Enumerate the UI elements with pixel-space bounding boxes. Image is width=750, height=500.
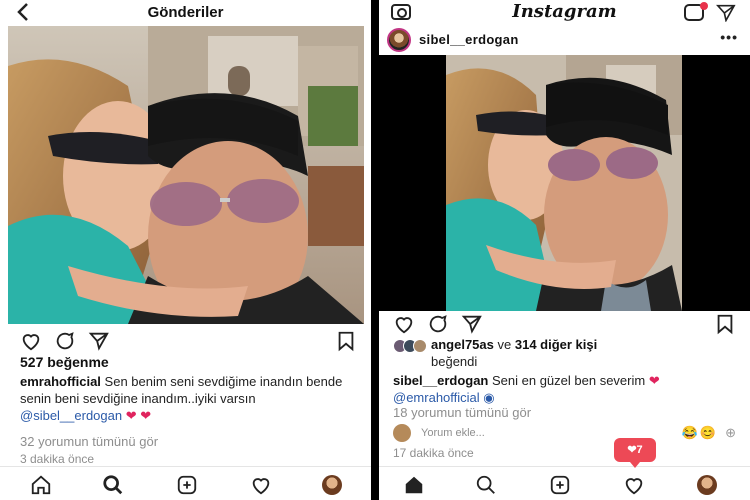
post-username[interactable]: sibel__erdogan <box>419 32 519 47</box>
activity-heart-icon[interactable] <box>250 474 272 496</box>
smile-emoji-icon[interactable]: 😊 <box>700 425 716 441</box>
screenshot-collage: Gönderiler 527 beğenme emrahofficial Sen… <box>0 0 750 500</box>
post-photo[interactable] <box>446 55 682 311</box>
share-icon[interactable] <box>88 330 110 352</box>
feed-screen: Instagram sibel__erdogan ••• angel75as v… <box>379 0 750 500</box>
liked-by-joiner: ve <box>497 337 512 352</box>
heart-emoji-icon: ❤ <box>648 373 660 388</box>
heart-icon[interactable] <box>393 313 415 335</box>
search-icon[interactable] <box>475 474 497 496</box>
notification-dot <box>700 2 708 10</box>
home-icon[interactable] <box>30 474 52 496</box>
liker-avatar <box>413 339 427 353</box>
view-comments-link[interactable]: 32 yorumun tümünü gör <box>20 433 158 450</box>
badge-count: 7 <box>636 444 643 456</box>
caption-mention[interactable]: @sibel__erdogan <box>20 408 122 423</box>
bottom-nav <box>379 466 750 500</box>
like-count[interactable]: 527 beğenme <box>20 354 109 371</box>
badge-heart-icon: ❤ <box>627 444 637 456</box>
post-timestamp: 17 dakika önce <box>393 446 474 460</box>
post-actions <box>0 330 371 354</box>
liked-by[interactable]: angel75as ve 314 diğer kişi beğendi <box>431 336 741 370</box>
avatar[interactable] <box>387 28 411 52</box>
comment-icon[interactable] <box>54 330 76 352</box>
liked-by-user[interactable]: angel75as <box>431 337 494 352</box>
page-title: Gönderiler <box>147 4 224 21</box>
post-caption: emrahofficial Sen benim seni sevdiğime i… <box>20 373 360 424</box>
heart-icon[interactable] <box>20 330 42 352</box>
top-bar: Gönderiler <box>0 0 371 26</box>
caption-text: Seni en güzel ben severim <box>492 373 646 388</box>
add-post-icon[interactable] <box>549 474 571 496</box>
profile-avatar-icon[interactable] <box>322 475 342 495</box>
my-avatar <box>393 424 411 442</box>
direct-message-icon[interactable] <box>715 4 736 23</box>
caption-mention[interactable]: @emrahofficial <box>393 390 480 405</box>
caption-username[interactable]: sibel__erdogan <box>393 373 488 388</box>
add-emoji-icon[interactable]: ⊕ <box>725 425 736 441</box>
post-actions <box>379 313 750 337</box>
add-comment-row: Yorum ekle... 😂 😊 ⊕ <box>393 422 738 444</box>
profile-avatar-icon[interactable] <box>697 475 717 495</box>
more-options-icon[interactable]: ••• <box>720 29 738 45</box>
bottom-nav <box>0 466 371 500</box>
search-icon[interactable] <box>102 474 124 496</box>
bookmark-icon[interactable] <box>335 330 357 352</box>
evil-eye-emoji-icon: ◉ <box>483 390 495 405</box>
activity-heart-icon[interactable] <box>623 474 645 496</box>
top-bar: Instagram <box>379 0 750 26</box>
caption-username[interactable]: emrahofficial <box>20 374 101 389</box>
bookmark-icon[interactable] <box>714 313 736 335</box>
comment-input[interactable]: Yorum ekle... <box>421 427 485 439</box>
posts-screen: Gönderiler 527 beğenme emrahofficial Sen… <box>0 0 371 500</box>
liked-by-suffix: beğendi <box>431 354 478 369</box>
liked-by-others[interactable]: 314 diğer kişi <box>515 337 597 352</box>
share-icon[interactable] <box>461 313 483 335</box>
laugh-emoji-icon[interactable]: 😂 <box>682 425 698 441</box>
heart-emoji-icon: ❤ <box>125 408 137 423</box>
activity-notification-badge[interactable]: ❤7 <box>614 438 656 468</box>
post-caption: sibel__erdogan Seni en güzel ben severim… <box>393 372 738 406</box>
view-comments-link[interactable]: 18 yorumun tümünü gör <box>393 404 531 421</box>
post-header: sibel__erdogan ••• <box>379 26 750 54</box>
home-icon[interactable] <box>403 474 425 496</box>
heart-emoji-icon: ❤ <box>140 408 152 423</box>
post-photo[interactable] <box>8 26 364 324</box>
add-post-icon[interactable] <box>176 474 198 496</box>
comment-icon[interactable] <box>427 313 449 335</box>
